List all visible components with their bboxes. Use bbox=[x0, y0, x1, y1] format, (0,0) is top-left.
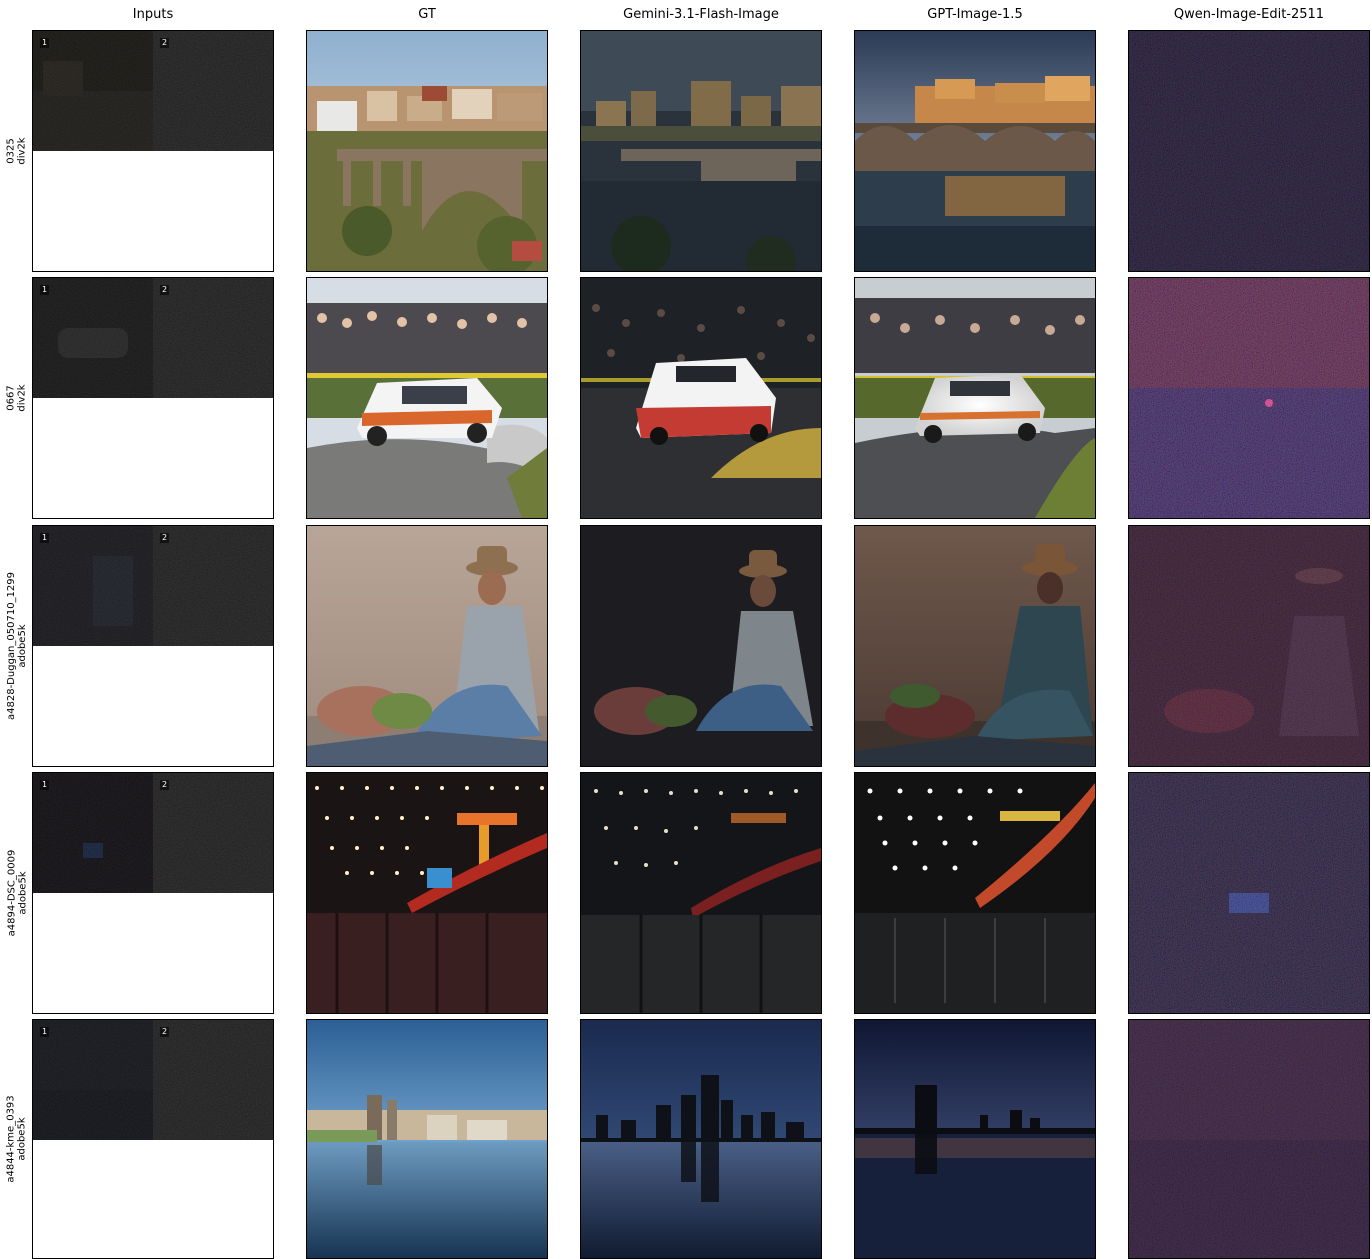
blank-area bbox=[33, 1140, 273, 1258]
row-label-0667: 0667 div2k bbox=[5, 384, 28, 412]
gt-image-bridge-town bbox=[306, 30, 548, 272]
input-image-1: 1 bbox=[33, 278, 153, 398]
qwen-image-skyline-lake bbox=[1128, 1019, 1370, 1259]
input-image-2: 2 bbox=[153, 1020, 273, 1140]
column-header-qwen: Qwen-Image-Edit-2511 bbox=[1173, 7, 1325, 22]
gemini-image-rally-car bbox=[580, 277, 822, 519]
row-label-a4894: a4894-DSC_0009 adobe5k bbox=[6, 849, 29, 937]
blank-area bbox=[33, 398, 273, 518]
column-header-gt: GT bbox=[418, 7, 436, 22]
gt-image-rally-car bbox=[306, 277, 548, 519]
input-panel-row4: 1 2 bbox=[32, 772, 274, 1014]
input-panel-row2: 1 2 bbox=[32, 277, 274, 519]
qwen-image-woman-market bbox=[1128, 525, 1370, 767]
input-image-1: 1 bbox=[33, 31, 153, 151]
input-image-2: 2 bbox=[153, 31, 273, 151]
gemini-image-night-lights bbox=[580, 772, 822, 1014]
row-label-a4844: a4844-kme_0393 adobe5k bbox=[6, 1094, 29, 1183]
gt-image-night-lights bbox=[306, 772, 548, 1014]
gpt-image-bridge-town bbox=[854, 30, 1096, 272]
gpt-image-rally-car bbox=[854, 277, 1096, 519]
blank-area bbox=[33, 646, 273, 766]
column-header-gpt: GPT-Image-1.5 bbox=[927, 7, 1023, 22]
input-image-1: 1 bbox=[33, 773, 153, 893]
gpt-image-woman-market bbox=[854, 525, 1096, 767]
gemini-image-skyline-lake bbox=[580, 1019, 822, 1259]
blank-area bbox=[33, 893, 273, 1013]
input-image-1: 1 bbox=[33, 526, 153, 646]
column-header-gemini: Gemini-3.1-Flash-Image bbox=[623, 7, 779, 22]
input-panel-row5: 1 2 bbox=[32, 1019, 274, 1259]
qwen-image-rally-car bbox=[1128, 277, 1370, 519]
row-label-a4828: a4828-Duggan_050710_1299 adobe5k bbox=[6, 571, 29, 721]
gemini-image-woman-market bbox=[580, 525, 822, 767]
input-image-2: 2 bbox=[153, 278, 273, 398]
gemini-image-bridge-town bbox=[580, 30, 822, 272]
row-label-0325: 0325 div2k bbox=[5, 137, 28, 165]
input-image-1: 1 bbox=[33, 1020, 153, 1140]
gpt-image-night-lights bbox=[854, 772, 1096, 1014]
gpt-image-skyline-lake bbox=[854, 1019, 1096, 1259]
column-header-inputs: Inputs bbox=[132, 7, 174, 22]
qwen-image-bridge-town bbox=[1128, 30, 1370, 272]
input-panel-row3: 1 2 bbox=[32, 525, 274, 767]
blank-area bbox=[33, 151, 273, 271]
gt-image-skyline-lake bbox=[306, 1019, 548, 1259]
gt-image-woman-market bbox=[306, 525, 548, 767]
input-panel-row1: 1 2 bbox=[32, 30, 274, 272]
qwen-image-night-lights bbox=[1128, 772, 1370, 1014]
input-image-2: 2 bbox=[153, 773, 273, 893]
input-image-2: 2 bbox=[153, 526, 273, 646]
